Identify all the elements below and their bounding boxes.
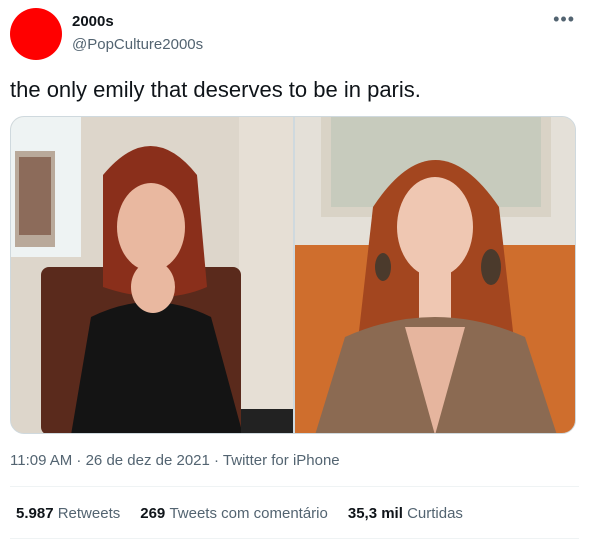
media-grid: [10, 116, 576, 434]
divider-top: [10, 486, 579, 487]
author-name[interactable]: 2000s: [72, 13, 114, 30]
retweets-stat[interactable]: 5.987 Retweets: [16, 505, 120, 522]
avatar[interactable]: [10, 8, 62, 60]
likes-stat[interactable]: 35,3 mil Curtidas: [348, 505, 463, 522]
author-handle[interactable]: @PopCulture2000s: [72, 36, 203, 53]
quote-tweets-count: 269: [140, 505, 170, 522]
timestamp[interactable]: 11:09 AM · 26 de dez de 2021 · Twitter f…: [10, 452, 340, 469]
photo-1[interactable]: [11, 117, 293, 433]
engagement-stats: 5.987 Retweets 269 Tweets com comentário…: [16, 505, 463, 522]
photo-2-illustration: [295, 117, 575, 433]
photo-1-illustration: [11, 117, 293, 433]
retweets-label: Retweets: [57, 505, 121, 522]
photo-2[interactable]: [295, 117, 575, 433]
tweet-text: the only emily that deserves to be in pa…: [10, 77, 421, 102]
likes-count: 35,3 mil: [347, 505, 408, 522]
retweets-count: 5.987: [16, 505, 58, 522]
divider-bottom: [10, 538, 579, 539]
likes-label: Curtidas: [407, 505, 463, 522]
more-options-icon[interactable]: •••: [553, 10, 575, 28]
quote-tweets-stat[interactable]: 269 Tweets com comentário: [140, 505, 328, 522]
quote-tweets-label: Tweets com comentário: [169, 505, 328, 522]
